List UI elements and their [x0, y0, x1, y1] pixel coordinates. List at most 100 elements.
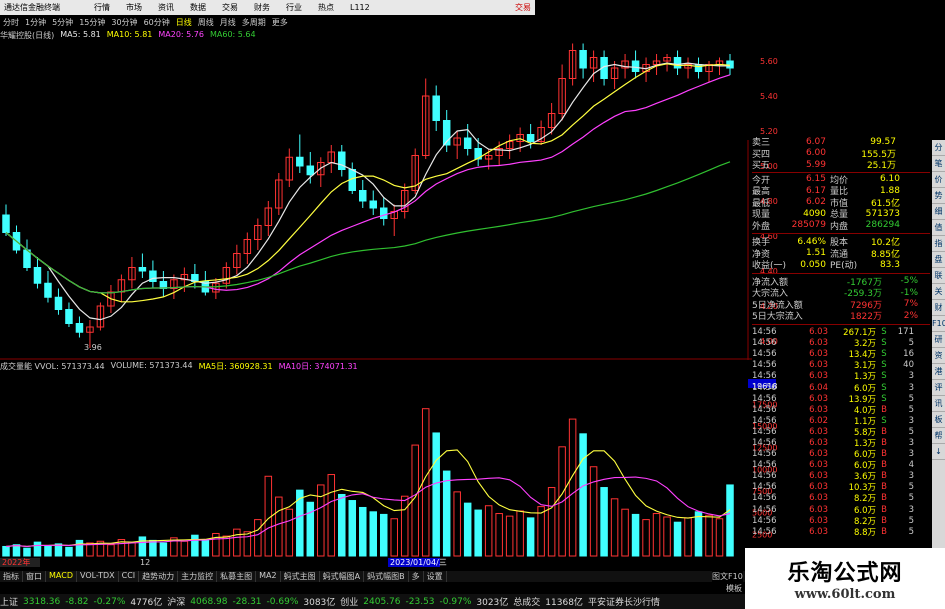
candle-body [33, 267, 42, 284]
volume-chart[interactable]: 1961817500150001250010000750050002500 20… [0, 356, 780, 571]
volume-bar [463, 502, 472, 557]
candle-body [432, 95, 440, 121]
tick-list[interactable]: 14:56 6.03 267.1万 S 171 14:56 6.03 3.2万 S 5 14:56 6… [752, 327, 930, 538]
candle-body [2, 214, 10, 233]
side-tool-button[interactable]: 分 [932, 140, 945, 156]
indicator-tab[interactable]: 设置 [424, 571, 447, 582]
volume-bar [400, 495, 409, 557]
sh-index-value: 3318.36 [23, 596, 61, 607]
volume-bar [495, 513, 503, 557]
side-tool-button[interactable]: 联 [932, 268, 945, 284]
x-label-month: 12 [140, 558, 150, 567]
side-tool-button[interactable]: 关 [932, 284, 945, 300]
side-tool-button[interactable]: 财 [932, 300, 945, 316]
sh-index-label[interactable]: 上证 [0, 595, 18, 608]
broker-ticker: 平安证券长沙行情 [587, 598, 660, 608]
volume-bar [505, 515, 514, 557]
low-price-label: 3.96 [84, 343, 102, 352]
tick-row: 14:56 6.03 8.2万 B 5 [752, 515, 914, 527]
volume-bar [306, 501, 315, 557]
tick-row: 14:56 6.03 8.2万 B 5 [752, 493, 914, 505]
volume-bar [652, 513, 661, 557]
sz-index-label[interactable]: 沪深 [167, 595, 185, 608]
indicator-tab[interactable]: 多 [409, 571, 424, 582]
side-tool-button[interactable]: F10 [932, 316, 945, 332]
side-tool-button[interactable]: 港 [932, 364, 945, 380]
side-tool-button[interactable]: 细 [932, 204, 945, 220]
sh-index-pct: -0.27% [93, 596, 126, 607]
indicator-tab[interactable]: 私募主图 [217, 571, 257, 582]
watermark: 乐淘公式网 www.60lt.com [745, 548, 945, 609]
cy-index-label[interactable]: 创业 [340, 595, 358, 608]
volume-bar [65, 546, 73, 557]
indicator-tab[interactable]: 窗口 [23, 571, 46, 582]
side-tool-button[interactable]: 价 [932, 172, 945, 188]
volume-bar [442, 470, 451, 557]
volume-bar [610, 498, 619, 557]
volume-bar [159, 542, 168, 557]
indicator-tab[interactable]: 蚂式幅图B [364, 571, 409, 582]
side-tool-button[interactable]: 帮 [932, 428, 945, 444]
candle-body [631, 60, 640, 72]
side-tool-button[interactable]: 研 [932, 332, 945, 348]
side-tool-button[interactable]: 评 [932, 380, 945, 396]
indicator-tab[interactable]: MA2 [256, 571, 281, 582]
indicator-tab[interactable]: 蚂式幅图A [320, 571, 365, 582]
ma-line [5, 63, 731, 303]
ma-line [5, 161, 731, 294]
volume-bar [243, 531, 252, 557]
volume-bar [201, 539, 210, 557]
indicator-tab[interactable]: 趋势动力 [139, 571, 179, 582]
volume-bar [568, 418, 577, 557]
side-tool-button[interactable]: 讯 [932, 396, 945, 412]
indicator-tab[interactable]: 蚂式主图 [281, 571, 320, 582]
volume-bar [379, 513, 388, 557]
tick-row: 14:56 6.03 267.1万 S 171 [752, 327, 914, 339]
volume-bar [149, 539, 157, 557]
indicator-tab[interactable]: MACD [46, 571, 77, 582]
volume-bar [128, 541, 136, 557]
indicator-tab[interactable]: CCI [119, 571, 140, 582]
volume-bar [516, 510, 524, 557]
side-tool-button[interactable]: 板 [932, 412, 945, 428]
cy-index-pct: -0.97% [439, 596, 472, 607]
side-toolbar: 分笔价势细值指盘联关财 F10 研资港评讯板帮 ↓ [932, 140, 945, 580]
candle-body [579, 50, 587, 69]
candlestick-chart[interactable]: 5.605.405.205.004.804.604.404.204.00 3.9… [0, 0, 790, 360]
side-tool-button[interactable]: 势 [932, 188, 945, 204]
indicator-tab[interactable]: 指标 [0, 571, 23, 582]
ma-line [5, 74, 731, 294]
candle-body [296, 156, 304, 167]
side-tool-button[interactable]: ↓ [932, 444, 945, 460]
bottom-right-tabs: 图文F10 [712, 571, 743, 582]
tick-row: 14:56 6.03 13.9万 S 5 [752, 393, 914, 405]
side-tool-button[interactable]: 指 [932, 236, 945, 252]
side-tool-button[interactable]: 盘 [932, 252, 945, 268]
volume-bar [338, 493, 346, 557]
volume-bar [579, 433, 587, 557]
side-tool-button[interactable]: 值 [932, 220, 945, 236]
status-bar: 上证 3318.36 -8.82 -0.27% 4776亿 沪深 4068.98… [0, 594, 745, 609]
volume-bar [621, 508, 629, 557]
tick-row: 14:56 6.03 5.8万 B 5 [752, 426, 914, 438]
side-tool-button[interactable]: 笔 [932, 156, 945, 172]
volume-bar [694, 511, 703, 557]
side-tool-button[interactable]: 资 [932, 348, 945, 364]
watermark-title: 乐淘公式网 [787, 560, 903, 586]
tick-row: 14:56 6.03 4.0万 B 5 [752, 404, 914, 416]
volume-bar [264, 475, 273, 557]
ma-line [5, 62, 730, 321]
indicator-tab[interactable]: 主力监控 [178, 571, 218, 582]
volume-bar [33, 541, 42, 557]
volume-bar [107, 544, 115, 557]
f10-tab[interactable]: 图文F10 [712, 571, 743, 582]
volume-bar [453, 491, 461, 557]
volume-bar [474, 509, 482, 557]
x-label-year: 2022年 [2, 557, 30, 567]
watermark-url: www.60lt.com [794, 587, 896, 602]
quote-panel: 卖三 6.07 99.57 买四 6.00 155.5万 买五 5.99 25.1万 今开 6… [752, 136, 930, 580]
candle-body [306, 165, 315, 176]
indicator-tab[interactable]: VOL-TDX [77, 571, 119, 582]
volume-bar [705, 514, 713, 557]
template-tab[interactable]: 模板 [726, 583, 742, 594]
